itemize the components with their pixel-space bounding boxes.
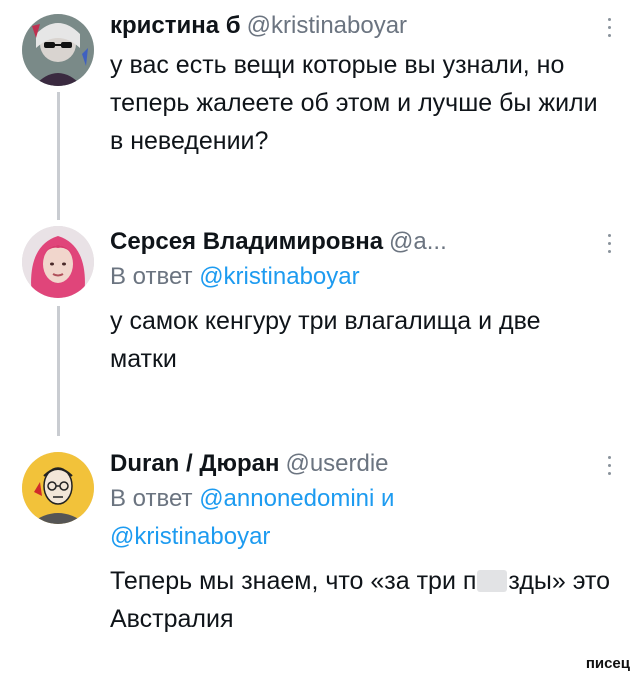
author-name[interactable]: Duran / Дюран — [110, 450, 279, 477]
mention-link[interactable]: @annonedomini — [199, 485, 374, 512]
tweet-text: Теперь мы знаем, что «за три п зды» это А… — [110, 562, 610, 638]
tweet-thread: кристина б @kristinaboyar у вас есть вещи… — [0, 0, 640, 680]
tweet-text: у самок кенгуру три влагалища и две матк… — [110, 307, 541, 373]
more-options-icon[interactable] — [606, 18, 612, 40]
tweet-header: кристина б @kristinaboyar — [110, 10, 407, 42]
watermark-text: писец — [585, 655, 630, 672]
tweet-text: у вас есть вещи которые вы узнали, но те… — [110, 51, 598, 155]
tweet-header: Duran / Дюран @userdie — [110, 448, 389, 480]
tweet-3[interactable]: Duran / Дюран @userdie В ответ @annonedom… — [0, 448, 640, 638]
tweet-2[interactable]: Серсея Владимировна @a... В ответ @kristi… — [0, 226, 640, 436]
mention-link[interactable]: @kristinaboyar — [199, 263, 359, 290]
reply-joiner: и — [381, 485, 395, 512]
author-handle[interactable]: @userdie — [285, 450, 388, 477]
thread-connector-line — [57, 92, 60, 220]
tweet-text-start: Теперь мы знаем, что «за три п — [110, 567, 477, 595]
reply-prefix: В ответ — [110, 485, 193, 512]
reply-prefix: В ответ — [110, 263, 193, 290]
author-name[interactable]: Серсея Владимировна — [110, 228, 383, 255]
tweet-1[interactable]: кристина б @kristinaboyar у вас есть вещи… — [0, 10, 640, 220]
author-name[interactable]: кристина б — [110, 12, 241, 39]
tweet-header: Серсея Владимировна @a... — [110, 226, 447, 258]
censored-blur — [477, 570, 508, 592]
author-handle[interactable]: @kristinaboyar — [247, 12, 407, 39]
avatar-pink-hair-woman-icon[interactable] — [22, 226, 94, 298]
reply-context: В ответ @kristinaboyar — [110, 260, 360, 294]
avatar-drawn-man-glasses-icon[interactable] — [22, 452, 94, 524]
thread-connector-line — [57, 306, 60, 436]
more-options-icon[interactable] — [606, 234, 612, 256]
reply-context: В ответ @annonedomini и — [110, 482, 394, 516]
reply-context-continued: @kristinaboyar — [110, 520, 270, 554]
avatar-sunglasses-woman-icon[interactable] — [22, 14, 94, 86]
more-options-icon[interactable] — [606, 456, 612, 478]
author-handle[interactable]: @a... — [389, 228, 447, 255]
mention-link[interactable]: @kristinaboyar — [110, 523, 270, 550]
